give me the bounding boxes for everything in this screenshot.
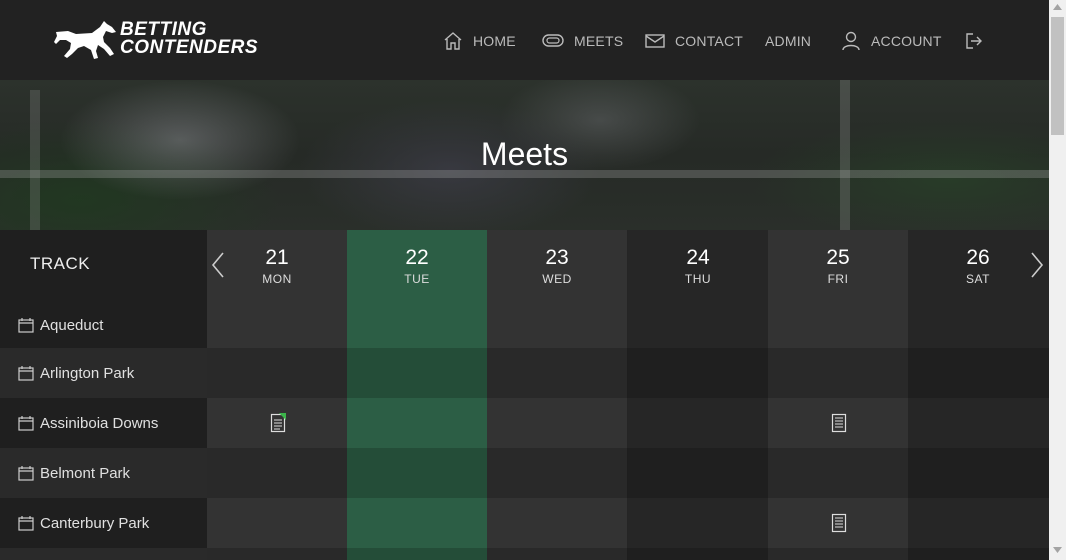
track-row-assiniboia-downs: Assiniboia Downs xyxy=(0,398,1049,448)
track-cell-bg xyxy=(0,548,207,560)
meets-calendar: TRACK 21 MON 22 TUE 23 WED 24 THU 25 FRI… xyxy=(0,230,1049,560)
horse-logo-icon xyxy=(54,21,116,59)
scrollbar-thumb[interactable] xyxy=(1051,17,1064,135)
track-row-arlington-park: Arlington Park xyxy=(0,348,1049,398)
calendar-icon xyxy=(18,516,34,531)
day-number: 25 xyxy=(826,246,850,269)
track-row-canterbury-park: Canterbury Park xyxy=(0,498,1049,548)
track-name: Arlington Park xyxy=(40,364,135,382)
nav-contact-label: CONTACT xyxy=(675,33,744,49)
race-card-new-icon[interactable] xyxy=(270,413,286,433)
track-item[interactable]: Aqueduct xyxy=(18,300,103,350)
nav-contact[interactable]: CONTACT xyxy=(645,30,743,52)
race-card-icon[interactable] xyxy=(831,413,847,433)
site-header: BETTING CONTENDERS HOME MEETS CONTACT AD… xyxy=(0,0,1049,80)
track-item[interactable]: Arlington Park xyxy=(18,348,134,398)
previous-week-arrow[interactable] xyxy=(211,252,225,278)
scroll-down-arrow-icon[interactable] xyxy=(1053,547,1062,553)
page-scrollbar[interactable] xyxy=(1049,0,1066,560)
nav-admin[interactable]: ADMIN xyxy=(765,30,811,52)
scroll-up-arrow-icon[interactable] xyxy=(1053,4,1062,10)
hero-banner: Meets xyxy=(0,80,1049,230)
envelope-icon xyxy=(645,34,665,48)
day-number: 21 xyxy=(265,246,289,269)
race-card-icon[interactable] xyxy=(831,513,847,533)
brand-line-2: CONTENDERS xyxy=(120,37,259,58)
logout-button[interactable] xyxy=(964,30,994,52)
nav-admin-label: ADMIN xyxy=(765,33,812,49)
day-name: TUE xyxy=(404,272,430,286)
day-number: 24 xyxy=(686,246,710,269)
day-name: MON xyxy=(262,272,292,286)
track-row-aqueduct: Aqueduct xyxy=(0,300,1049,350)
home-icon xyxy=(444,32,462,50)
track-column-header: TRACK xyxy=(30,254,91,273)
day-name: WED xyxy=(542,272,572,286)
track-row-next xyxy=(0,548,1049,560)
day-number: 22 xyxy=(405,246,429,269)
nav-account[interactable]: ACCOUNT xyxy=(841,30,942,52)
track-name: Belmont Park xyxy=(40,464,131,482)
track-name: Assiniboia Downs xyxy=(40,414,159,432)
day-name: THU xyxy=(684,272,712,286)
nav-home[interactable]: HOME xyxy=(443,30,516,52)
calendar-icon xyxy=(18,466,34,481)
calendar-icon xyxy=(18,366,34,381)
calendar-icon xyxy=(18,416,34,431)
day-number: 26 xyxy=(966,246,990,269)
track-item[interactable]: Belmont Park xyxy=(18,448,130,498)
track-row-belmont-park: Belmont Park xyxy=(0,448,1049,498)
nav-home-label: HOME xyxy=(473,33,516,49)
nav-account-label: ACCOUNT xyxy=(871,33,942,49)
brand-logo[interactable]: BETTING CONTENDERS xyxy=(54,18,264,62)
track-item[interactable]: Assiniboia Downs xyxy=(18,398,158,448)
calendar-icon xyxy=(18,318,34,333)
nav-meets[interactable]: MEETS xyxy=(542,30,623,52)
next-week-arrow[interactable] xyxy=(1030,252,1044,278)
nav-meets-label: MEETS xyxy=(574,33,624,49)
day-name: FRI xyxy=(827,272,849,286)
logout-icon xyxy=(966,33,982,49)
user-icon xyxy=(842,31,860,51)
track-item[interactable]: Canterbury Park xyxy=(18,498,149,548)
track-name: Aqueduct xyxy=(40,316,104,334)
day-number: 23 xyxy=(545,246,569,269)
page-title: Meets xyxy=(480,136,569,172)
day-name: SAT xyxy=(966,272,990,286)
track-name: Canterbury Park xyxy=(40,514,150,532)
racetrack-icon xyxy=(542,34,564,47)
